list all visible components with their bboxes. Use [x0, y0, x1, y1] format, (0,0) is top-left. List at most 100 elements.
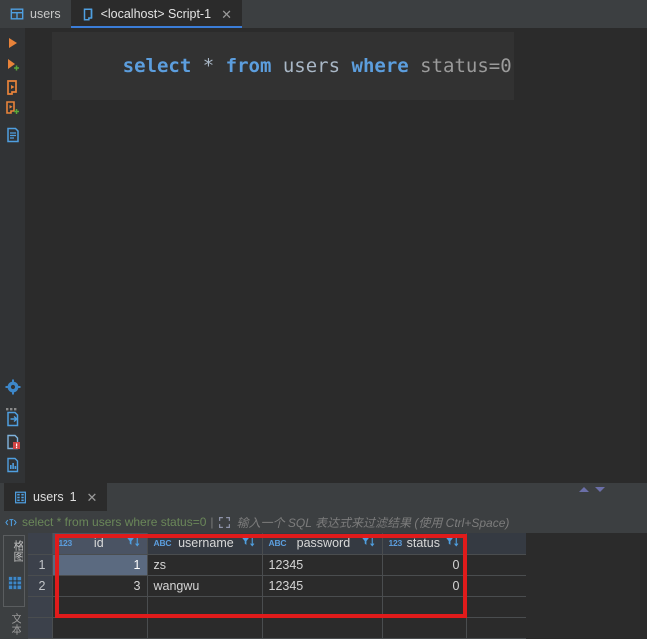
column-name: status: [406, 536, 440, 551]
column-filter-icon[interactable]: [445, 535, 460, 551]
view-mode-group[interactable]: 格图: [3, 535, 25, 607]
cell-empty: [466, 596, 526, 618]
nav-up-icon[interactable]: [579, 486, 589, 492]
result-filter-bar[interactable]: select * from users where status=0 | 输入一…: [0, 511, 647, 533]
sql-file-icon[interactable]: [5, 127, 21, 143]
cell-empty: [262, 617, 383, 639]
sql-space: [214, 55, 225, 77]
sql-space: [191, 55, 202, 77]
cell-status[interactable]: 0: [382, 575, 467, 597]
row-number-empty: [28, 596, 53, 618]
cell-empty: [382, 596, 467, 618]
settings-gear-icon[interactable]: [5, 379, 21, 395]
sql-filter-icon: [4, 516, 18, 529]
table-row-empty: [28, 617, 526, 639]
results-tab-users[interactable]: users 1 ✕: [4, 483, 108, 511]
column-header-status[interactable]: 123 status: [382, 533, 467, 555]
run-statement-add-icon[interactable]: [5, 57, 21, 73]
cell-filler: [466, 554, 526, 576]
result-table: 123 id ABC username ABC password 123 sta…: [28, 533, 526, 639]
sql-token-table: users: [282, 55, 341, 77]
cell-id[interactable]: 3: [52, 575, 148, 597]
cell-password[interactable]: 12345: [262, 554, 383, 576]
row-number[interactable]: 1: [28, 554, 53, 576]
result-nav-controls: [579, 483, 605, 495]
column-filter-icon[interactable]: [126, 535, 141, 551]
tab-label: users: [30, 7, 61, 21]
result-view-toolbar: 格图 文本: [0, 533, 28, 639]
cell-empty: [52, 617, 148, 639]
column-filter-icon[interactable]: [241, 535, 256, 551]
column-type-badge: 123: [388, 538, 403, 549]
sql-space: [340, 55, 351, 77]
cell-empty: [52, 596, 148, 618]
error-file-icon[interactable]: [5, 434, 21, 450]
cell-empty: [262, 596, 383, 618]
result-data-grid[interactable]: 123 id ABC username ABC password 123 sta…: [28, 533, 647, 639]
row-number[interactable]: 2: [28, 575, 53, 597]
cell-empty: [147, 617, 263, 639]
column-type-badge: 123: [58, 538, 73, 549]
column-header-filler: [466, 533, 526, 555]
filter-separator: |: [210, 515, 214, 529]
sql-token-star: *: [202, 55, 215, 77]
column-header-id[interactable]: 123 id: [52, 533, 148, 555]
nav-down-icon[interactable]: [595, 486, 605, 492]
sql-space: [271, 55, 282, 77]
column-header-password[interactable]: ABC password: [262, 533, 383, 555]
sql-token-from: from: [225, 55, 272, 77]
cell-empty: [466, 617, 526, 639]
tab-users[interactable]: users: [0, 0, 71, 28]
cell-username[interactable]: zs: [147, 554, 263, 576]
sql-token-predicate: status=0: [420, 55, 512, 77]
tab-script-1[interactable]: <localhost> Script-1 ✕: [70, 0, 243, 28]
cell-filler: [466, 575, 526, 597]
table-row[interactable]: 1 1 zs 12345 0: [28, 554, 526, 576]
cell-status[interactable]: 0: [382, 554, 467, 576]
datagrip-window: users <localhost> Script-1 ✕ select * fr…: [0, 0, 647, 639]
run-script-add-icon[interactable]: [5, 101, 21, 117]
column-type-badge: ABC: [268, 538, 287, 549]
editor-tab-bar: users <localhost> Script-1 ✕: [0, 0, 647, 28]
cell-id[interactable]: 1: [52, 554, 148, 576]
close-icon[interactable]: ✕: [221, 8, 232, 21]
close-icon[interactable]: ✕: [87, 491, 98, 504]
table-row[interactable]: 2 3 wangwu 12345 0: [28, 575, 526, 597]
column-filter-icon[interactable]: [361, 535, 376, 551]
select-all-corner[interactable]: [28, 533, 53, 555]
sql-token-where: where: [351, 55, 409, 77]
sql-space: [409, 55, 420, 77]
filter-placeholder-text: 输入一个 SQL 表达式来过滤结果 (使用 Ctrl+Space): [236, 515, 510, 530]
export-data-icon[interactable]: [5, 411, 21, 427]
column-name: id: [93, 536, 104, 551]
results-tab-count: 1: [69, 490, 77, 504]
run-statement-icon[interactable]: [5, 35, 21, 51]
results-tab-label: users: [33, 490, 64, 504]
table-icon: [10, 7, 24, 21]
results-tab-bar: users 1 ✕: [0, 483, 647, 511]
cell-username[interactable]: wangwu: [147, 575, 263, 597]
column-header-username[interactable]: ABC username: [147, 533, 263, 555]
text-view-label[interactable]: 文本: [3, 613, 21, 639]
tab-label: <localhost> Script-1: [100, 7, 212, 21]
results-panel: users 1 ✕ select * from users where stat…: [0, 483, 647, 639]
sql-editor[interactable]: select * from users where status=0: [26, 28, 647, 483]
cell-empty: [147, 596, 263, 618]
editor-gutter: [0, 28, 26, 483]
grid-view-icon[interactable]: [8, 576, 22, 595]
row-number-empty: [28, 617, 53, 639]
cell-password[interactable]: 12345: [262, 575, 383, 597]
sql-statement-line[interactable]: select * from users where status=0: [52, 32, 514, 100]
cell-empty: [382, 617, 467, 639]
view-mode-label: 格图: [12, 540, 23, 562]
script-file-icon: [81, 7, 95, 22]
filter-query-text: select * from users where status=0: [22, 515, 207, 529]
column-type-badge: ABC: [153, 538, 172, 549]
result-table-icon: [14, 491, 27, 504]
column-name: password: [296, 536, 351, 551]
analyze-file-icon[interactable]: [5, 457, 21, 473]
run-script-icon[interactable]: [5, 79, 21, 95]
expand-icon[interactable]: [218, 516, 231, 529]
table-row-empty: [28, 596, 526, 618]
sql-token-select: select: [122, 55, 192, 77]
